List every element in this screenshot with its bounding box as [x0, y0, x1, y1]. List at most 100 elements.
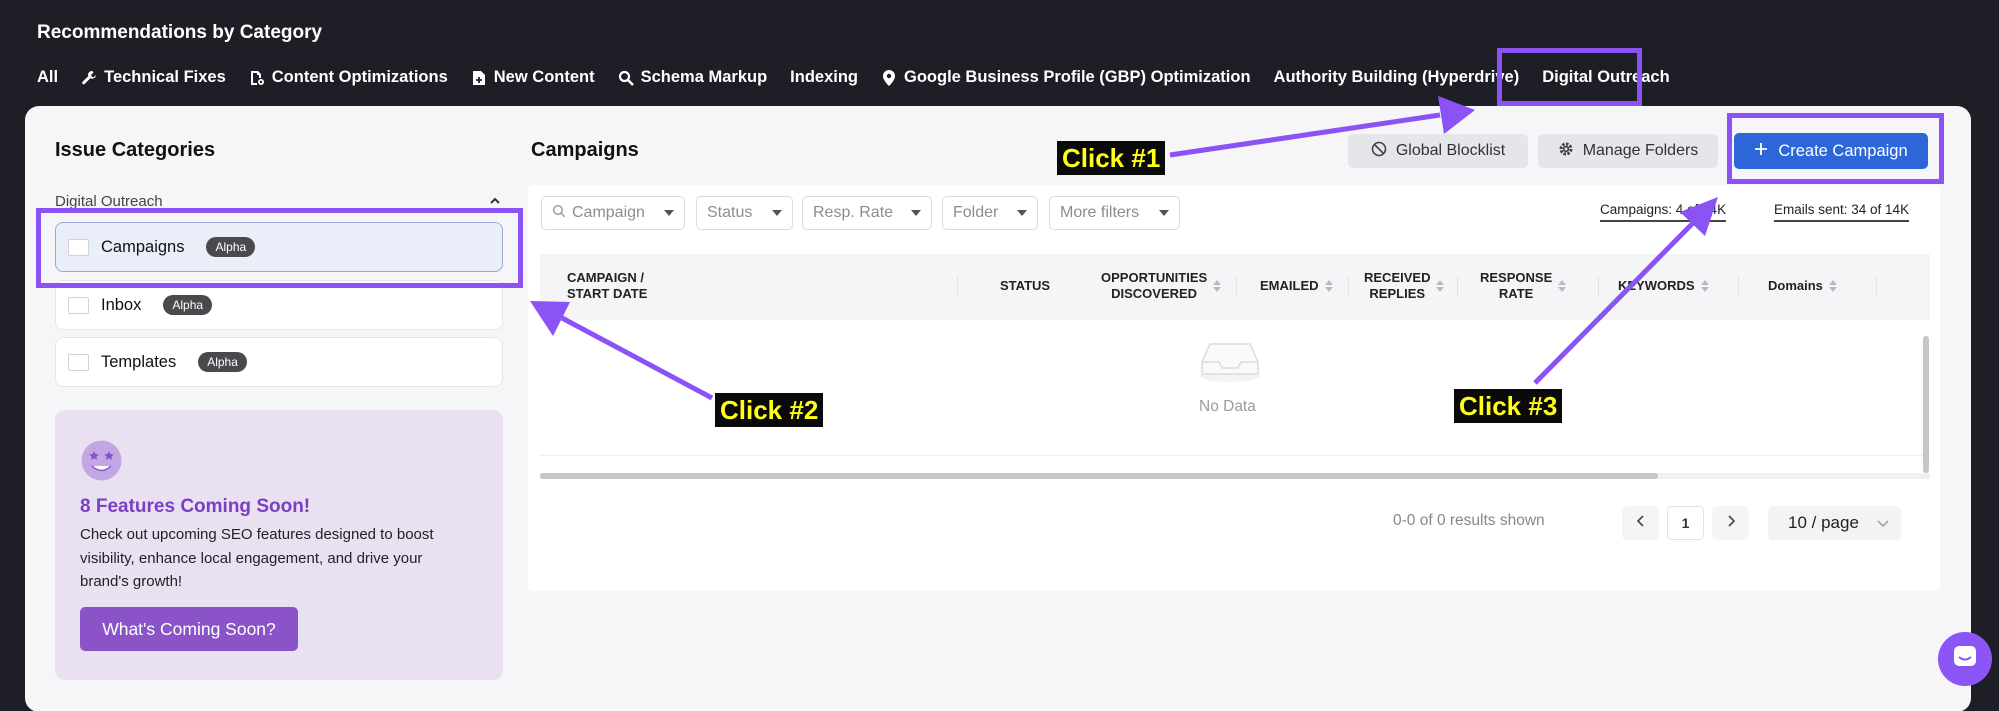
sort-icon	[1213, 280, 1222, 292]
col-line2: START DATE	[567, 286, 648, 301]
campaigns-title: Campaigns	[531, 139, 639, 161]
col-campaign-start-date[interactable]: CAMPAIGN / START DATE	[567, 270, 647, 302]
tab-label: Content Optimizations	[271, 68, 448, 86]
sidebar-item-templates[interactable]: Templates Alpha	[55, 337, 503, 387]
caret-down-icon	[911, 210, 921, 216]
alpha-badge: Alpha	[163, 295, 213, 315]
button-label: Manage Folders	[1582, 142, 1699, 159]
filter-label: More filters	[1060, 204, 1140, 221]
tab-label: Indexing	[790, 68, 858, 86]
campaigns-usage-stat: Campaigns: 4 of 14K	[1600, 202, 1727, 222]
campaign-search-input[interactable]: Campaign	[541, 196, 685, 230]
document-gear-icon	[249, 70, 265, 86]
page-size-select[interactable]: 10 / page	[1768, 506, 1901, 540]
status-filter[interactable]: Status	[696, 196, 793, 230]
col-line2: RATE	[1498, 286, 1534, 301]
chat-icon	[1951, 643, 1979, 676]
annotation-box-campaigns	[36, 208, 523, 288]
column-divider	[1236, 276, 1237, 296]
sort-icon	[1436, 280, 1445, 292]
tab-label: Google Business Profile (GBP) Optimizati…	[904, 68, 1251, 86]
tab-authority-building[interactable]: Authority Building (Hyperdrive)	[1274, 68, 1520, 87]
page-size-value: 10 / page	[1788, 513, 1859, 532]
sort-icon	[1700, 280, 1709, 292]
vertical-scrollbar[interactable]	[1923, 336, 1929, 473]
sort-icon	[1324, 280, 1333, 292]
col-line1: OPPORTUNITIES	[1101, 270, 1208, 285]
col-status[interactable]: STATUS	[1000, 278, 1050, 294]
tab-label: New Content	[493, 68, 595, 86]
checkbox[interactable]	[68, 353, 89, 371]
tab-technical-fixes[interactable]: Technical Fixes	[81, 68, 226, 87]
col-line1: EMAILED	[1260, 278, 1319, 293]
col-line1: Domains	[1768, 278, 1823, 293]
page-heading: Recommendations by Category	[37, 22, 323, 43]
search-icon	[552, 204, 566, 223]
tab-new-content[interactable]: New Content	[471, 68, 595, 87]
alpha-badge: Alpha	[198, 352, 247, 372]
col-emailed[interactable]: EMAILED	[1260, 278, 1333, 294]
tab-indexing[interactable]: Indexing	[790, 68, 858, 87]
column-divider	[1598, 276, 1599, 296]
global-blocklist-button[interactable]: Global Blocklist	[1348, 134, 1528, 168]
col-line1: RESPONSE	[1480, 270, 1553, 285]
col-line1: STATUS	[1000, 278, 1051, 293]
column-divider	[1876, 276, 1877, 296]
star-eyes-face-icon	[80, 439, 123, 482]
button-label: Global Blocklist	[1395, 142, 1506, 159]
callout-click-2: Click #2	[715, 393, 824, 427]
col-line1: CAMPAIGN /	[567, 270, 645, 285]
block-icon	[1371, 141, 1387, 162]
more-filters-dropdown[interactable]: More filters	[1049, 196, 1180, 230]
col-domains[interactable]: Domains	[1768, 278, 1837, 294]
gear-icon	[1558, 141, 1574, 162]
tab-all[interactable]: All	[37, 68, 58, 87]
page-number-button[interactable]: 1	[1667, 506, 1704, 540]
promo-description: Check out upcoming SEO features designed…	[80, 526, 434, 590]
col-opportunities-discovered[interactable]: OPPORTUNITIES DISCOVERED	[1101, 270, 1222, 302]
column-divider	[1457, 276, 1458, 296]
folder-filter[interactable]: Folder	[942, 196, 1038, 230]
wrench-icon	[81, 70, 97, 86]
manage-folders-button[interactable]: Manage Folders	[1538, 134, 1718, 168]
prev-page-button[interactable]	[1622, 506, 1659, 540]
col-line1: KEYWORDS	[1618, 278, 1695, 293]
chevron-down-icon	[1877, 513, 1889, 533]
checkbox[interactable]	[68, 296, 89, 314]
features-promo-card: 8 Features Coming Soon! Check out upcomi…	[55, 410, 503, 680]
col-line2: DISCOVERED	[1111, 286, 1198, 301]
tab-gbp-optimization[interactable]: Google Business Profile (GBP) Optimizati…	[881, 68, 1251, 87]
chat-launcher-button[interactable]	[1938, 632, 1992, 686]
col-keywords[interactable]: KEYWORDS	[1618, 278, 1709, 294]
horizontal-scrollbar[interactable]	[540, 473, 1658, 479]
sidebar-item-label: Inbox	[101, 295, 142, 314]
table-divider	[540, 455, 1923, 456]
magnifier-icon	[618, 70, 634, 86]
resp-rate-filter[interactable]: Resp. Rate	[802, 196, 932, 230]
column-divider	[1738, 276, 1739, 296]
annotation-box-create-campaign	[1727, 113, 1944, 184]
tab-content-optimizations[interactable]: Content Optimizations	[249, 68, 448, 87]
whats-coming-soon-button[interactable]: What's Coming Soon?	[80, 607, 298, 651]
results-count: 0-0 of 0 results shown	[1393, 512, 1545, 529]
col-line1: RECEIVED	[1364, 270, 1431, 285]
tab-schema-markup[interactable]: Schema Markup	[618, 68, 768, 87]
category-tabs: All Technical Fixes Content Optimization…	[37, 68, 1670, 87]
column-divider	[1348, 276, 1349, 296]
caret-down-icon	[1159, 210, 1169, 216]
col-received-replies[interactable]: RECEIVED REPLIES	[1364, 270, 1445, 302]
issue-categories-title: Issue Categories	[55, 139, 216, 161]
filter-label: Folder	[953, 204, 999, 221]
tab-label: Technical Fixes	[104, 68, 226, 86]
table-header	[540, 254, 1930, 320]
sort-icon	[1828, 280, 1837, 292]
next-page-button[interactable]	[1712, 506, 1749, 540]
col-response-rate[interactable]: RESPONSE RATE	[1480, 270, 1567, 302]
chevron-right-icon	[1726, 514, 1736, 533]
col-line2: REPLIES	[1369, 286, 1426, 301]
tab-label: Schema Markup	[640, 68, 768, 86]
caret-down-icon	[664, 210, 674, 216]
caret-down-icon	[772, 210, 782, 216]
callout-click-1: Click #1	[1057, 141, 1166, 175]
annotation-box-digital-outreach	[1497, 48, 1642, 106]
